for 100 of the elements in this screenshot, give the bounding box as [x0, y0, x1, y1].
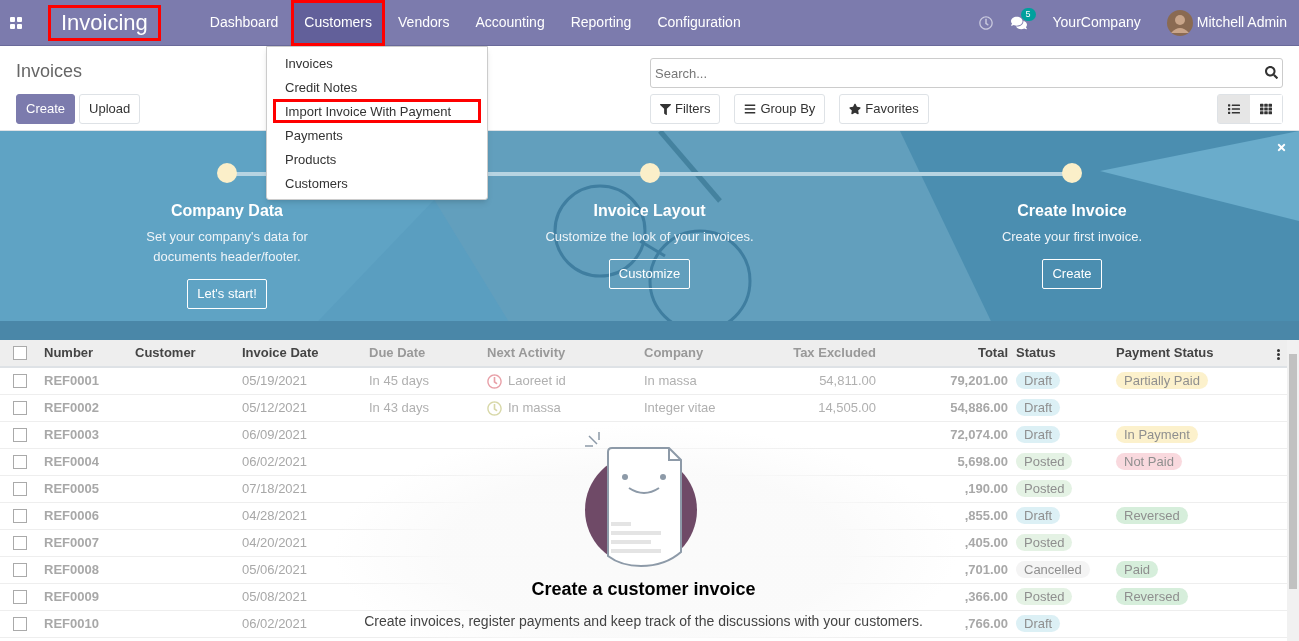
- table-cell: REF0006: [44, 508, 99, 524]
- avatar-icon[interactable]: [1166, 9, 1193, 36]
- checkbox[interactable]: [13, 401, 27, 415]
- user-menu[interactable]: Mitchell Admin: [1196, 12, 1287, 33]
- filter-button[interactable]: Group By: [734, 94, 826, 124]
- dropdown-item[interactable]: Payments: [273, 123, 481, 147]
- status-tag: Posted: [1016, 588, 1073, 606]
- company-switcher[interactable]: YourCompany: [1052, 12, 1141, 33]
- checkbox[interactable]: [13, 346, 27, 360]
- step-title: Invoice Layout: [593, 201, 706, 221]
- checkbox[interactable]: [13, 536, 27, 550]
- table-cell: 54,886.00: [950, 400, 1008, 416]
- table-cell: ,701.00: [964, 562, 1008, 578]
- star-icon: [849, 103, 862, 115]
- table-cell: In massa: [644, 373, 697, 389]
- status-tag: Cancelled: [1016, 561, 1090, 579]
- table-cell: 79,201.00: [950, 373, 1008, 389]
- filter-button[interactable]: Filters: [650, 94, 721, 124]
- more-options-icon[interactable]: [1277, 349, 1280, 360]
- filter-button[interactable]: Favorites: [839, 94, 929, 124]
- notification-badge: 5: [1020, 7, 1036, 21]
- app-name: Invoicing: [48, 4, 161, 41]
- create-button[interactable]: Create: [16, 94, 76, 124]
- menu-item[interactable]: Accounting: [462, 0, 558, 46]
- status-tag: Draft: [1016, 372, 1061, 390]
- table-cell-text: In massa: [508, 399, 561, 418]
- checkbox[interactable]: [13, 455, 27, 469]
- table-cell: REF0009: [44, 589, 99, 605]
- menu-item[interactable]: Customers: [291, 0, 386, 46]
- table-cell: 04/20/2021: [242, 535, 308, 551]
- clock-icon[interactable]: [978, 15, 993, 30]
- checkbox[interactable]: [13, 374, 27, 388]
- table-cell-text: Laoreet id: [508, 372, 566, 391]
- table-cell: In 45 days: [369, 373, 429, 389]
- table-cell: REF0001: [44, 373, 99, 389]
- step-button[interactable]: Create: [1042, 259, 1102, 289]
- column-header[interactable]: Invoice Date: [242, 345, 319, 361]
- table-cell: REF0005: [44, 481, 99, 497]
- kanban-view-icon: [1260, 103, 1272, 115]
- table-cell: Integer vitae: [644, 400, 716, 416]
- page-title: Invoices: [16, 60, 83, 83]
- list-view-icon: [1228, 103, 1240, 115]
- status-tag: Posted: [1016, 534, 1073, 552]
- table-cell: ,366.00: [964, 589, 1008, 605]
- dropdown-item[interactable]: Import Invoice With Payment: [273, 99, 481, 123]
- status-tag: Draft: [1016, 426, 1061, 444]
- filter-icon: [660, 103, 671, 115]
- step-description: Set your company's data for documents header/footer.: [145, 228, 309, 266]
- menu-item[interactable]: Vendors: [385, 0, 463, 46]
- table-cell: 5,698.00: [957, 454, 1008, 470]
- upload-button[interactable]: Upload: [79, 94, 141, 124]
- table-cell: 05/08/2021: [242, 589, 308, 605]
- table-cell: REF0010: [44, 616, 99, 632]
- menu-item[interactable]: Reporting: [557, 0, 645, 46]
- search-field[interactable]: Search...: [650, 58, 1283, 88]
- table-cell: 07/18/2021: [242, 481, 308, 497]
- status-tag: Reversed: [1116, 507, 1188, 525]
- column-header[interactable]: Status: [1016, 345, 1056, 361]
- checkbox[interactable]: [13, 509, 27, 523]
- status-tag: Reversed: [1116, 588, 1188, 606]
- checkbox[interactable]: [13, 563, 27, 577]
- apps-icon[interactable]: [10, 16, 22, 29]
- step-title: Create Invoice: [1017, 201, 1127, 221]
- table-cell: REF0003: [44, 427, 99, 443]
- empty-state-text: Create invoices, register payments and keep track of the discussions with your customers.: [364, 612, 923, 631]
- table-cell: ,190.00: [964, 481, 1008, 497]
- step-description: Create your first invoice.: [1000, 228, 1144, 246]
- table-cell: 05/12/2021: [242, 400, 308, 416]
- table-cell: 05/06/2021: [242, 562, 308, 578]
- column-header[interactable]: Total: [977, 345, 1008, 361]
- dropdown-item[interactable]: Products: [273, 147, 481, 171]
- dropdown-item[interactable]: Invoices: [273, 51, 481, 75]
- step-title: Company Data: [171, 201, 283, 221]
- checkbox[interactable]: [13, 428, 27, 442]
- status-tag: Draft: [1016, 507, 1061, 525]
- search-icon[interactable]: [1265, 66, 1278, 79]
- table-cell: 05/19/2021: [242, 373, 308, 389]
- checkbox[interactable]: [13, 617, 27, 631]
- table-cell: 72,074.00: [950, 427, 1008, 443]
- dropdown-item[interactable]: Customers: [273, 171, 481, 195]
- status-tag: Posted: [1016, 480, 1073, 498]
- status-tag: Draft: [1016, 399, 1061, 417]
- view-switch-button[interactable]: [1218, 95, 1250, 123]
- table-cell: 06/09/2021: [242, 427, 308, 443]
- table-cell: REF0007: [44, 535, 99, 551]
- dropdown-item[interactable]: Credit Notes: [273, 75, 481, 99]
- checkbox[interactable]: [13, 590, 27, 604]
- table-cell: 04/28/2021: [242, 508, 308, 524]
- table-cell: ,855.00: [964, 508, 1008, 524]
- menu-item[interactable]: Configuration: [644, 0, 754, 46]
- close-icon[interactable]: [1276, 142, 1287, 153]
- list-icon: [744, 103, 757, 115]
- menu-item[interactable]: Dashboard: [196, 0, 292, 46]
- column-header[interactable]: Customer: [135, 345, 196, 361]
- column-header[interactable]: Number: [44, 345, 94, 361]
- checkbox[interactable]: [13, 482, 27, 496]
- column-header[interactable]: Payment Status: [1116, 345, 1214, 361]
- table-cell: ,405.00: [964, 535, 1008, 551]
- chat-icon[interactable]: [1010, 14, 1027, 31]
- status-tag: Draft: [1016, 615, 1061, 633]
